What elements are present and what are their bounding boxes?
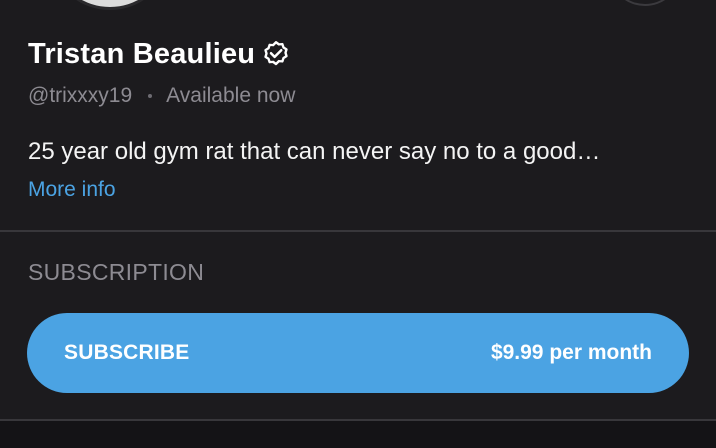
profile-name-row: Tristan Beaulieu bbox=[28, 38, 291, 71]
divider bbox=[0, 230, 716, 232]
next-section bbox=[0, 421, 716, 448]
more-info-link[interactable]: More info bbox=[28, 178, 116, 202]
availability-status: Available now bbox=[166, 84, 296, 107]
subscribe-label: SUBSCRIBE bbox=[64, 341, 190, 364]
verified-badge-icon bbox=[261, 40, 291, 70]
avatar[interactable] bbox=[58, 0, 162, 10]
profile-name: Tristan Beaulieu bbox=[28, 38, 256, 70]
profile-handle: @trixxxy19 bbox=[28, 84, 133, 107]
subscription-price: $9.99 per month bbox=[490, 341, 652, 364]
profile-bio: 25 year old gym rat that can never say n… bbox=[28, 138, 601, 165]
header-action-button[interactable] bbox=[612, 0, 678, 6]
profile-meta: @trixxxy19 Available now bbox=[28, 84, 295, 108]
subscribe-button[interactable]: SUBSCRIBE $9.99 per month bbox=[27, 313, 689, 393]
subscription-heading: SUBSCRIPTION bbox=[28, 259, 205, 285]
separator-dot bbox=[148, 94, 153, 98]
